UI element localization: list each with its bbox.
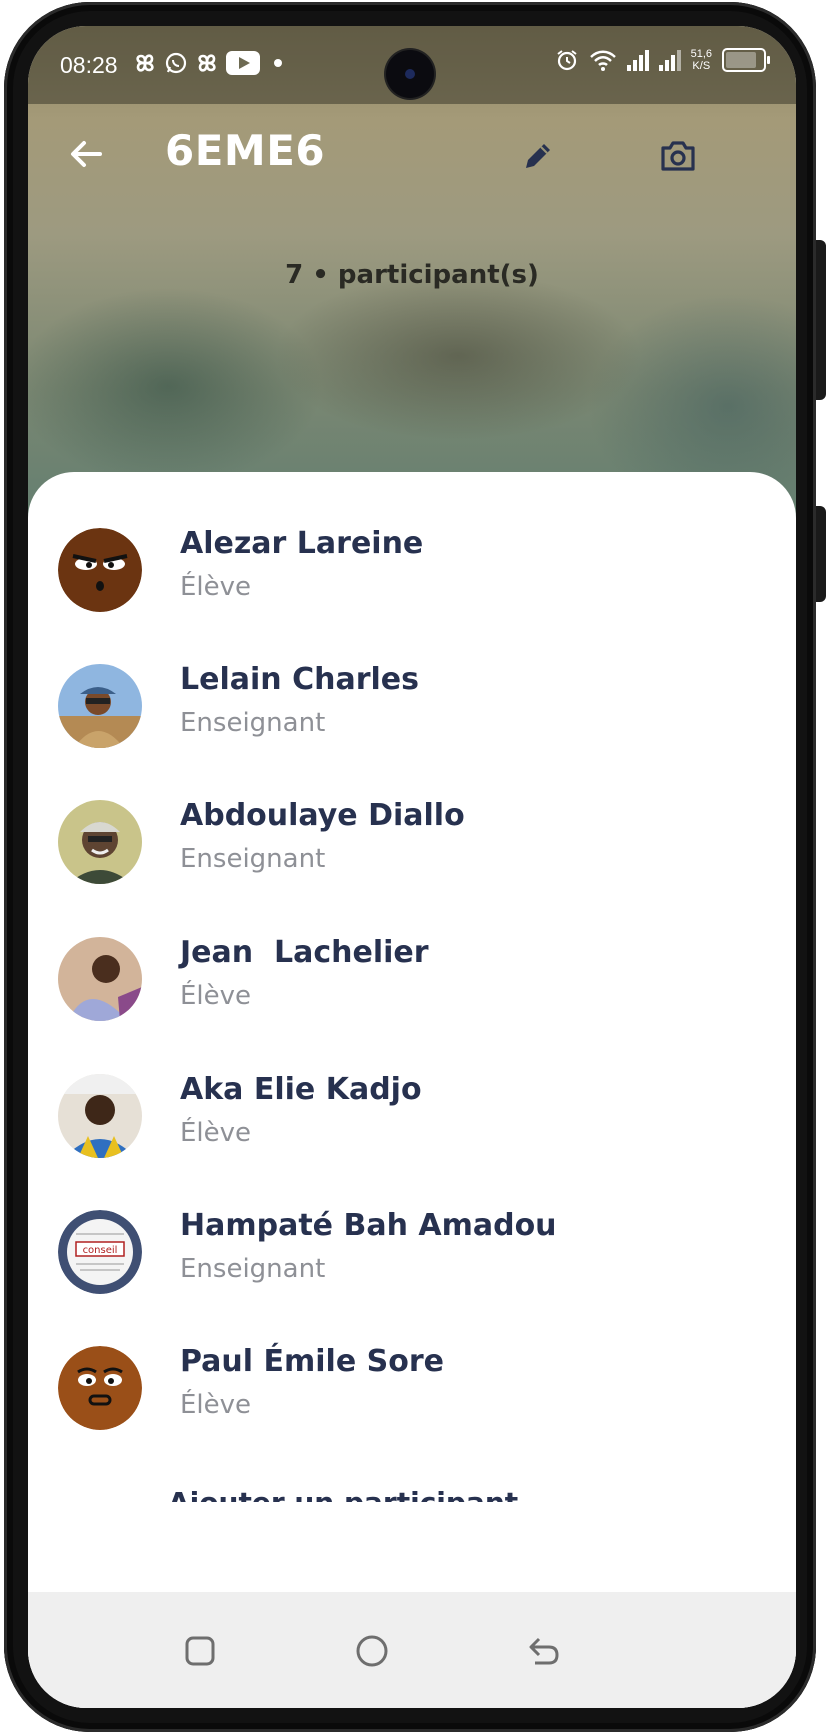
arrow-left-icon bbox=[71, 141, 102, 167]
add-participant-peek[interactable]: Ajouter un participant bbox=[168, 1472, 688, 1502]
net-speed-unit: K/S bbox=[692, 60, 711, 72]
pencil-icon bbox=[526, 144, 550, 168]
participant-role: Élève bbox=[180, 572, 252, 602]
participant-role: Élève bbox=[180, 981, 252, 1011]
notification-icons bbox=[132, 50, 282, 76]
participant-role: Enseignant bbox=[180, 708, 326, 738]
participant-row[interactable]: conseil Hampaté Bah Amadou Enseignant bbox=[28, 1196, 796, 1306]
add-participant-label: Ajouter un participant bbox=[168, 1486, 518, 1502]
participant-row[interactable]: Lelain Charles Enseignant bbox=[28, 650, 796, 760]
participants-count: 7 • participant(s) bbox=[285, 260, 539, 290]
participant-role: Enseignant bbox=[180, 844, 326, 874]
front-camera bbox=[386, 50, 434, 98]
cartoon-face-avatar bbox=[58, 528, 142, 612]
conseil-badge-avatar: conseil bbox=[58, 1210, 142, 1294]
volume-button bbox=[816, 240, 826, 400]
app-bar: 6EME6 bbox=[28, 104, 796, 204]
pinwheel-icon bbox=[136, 54, 154, 72]
participant-name: Alezar Lareine bbox=[180, 526, 424, 561]
status-time: 08:28 bbox=[60, 52, 118, 78]
participant-name: Lelain Charles bbox=[180, 662, 419, 697]
recents-button[interactable] bbox=[170, 1626, 230, 1676]
back-button[interactable] bbox=[58, 126, 114, 182]
wifi-icon bbox=[589, 50, 616, 71]
participant-role: Élève bbox=[180, 1390, 252, 1420]
photo-avatar bbox=[58, 800, 142, 884]
system-nav-bar bbox=[28, 1592, 796, 1708]
participant-row[interactable]: Aka Elie Kadjo Élève bbox=[28, 1060, 796, 1170]
group-title: 6EME6 bbox=[165, 126, 326, 175]
edit-group-button[interactable] bbox=[510, 128, 566, 184]
participant-name: Hampaté Bah Amadou bbox=[180, 1208, 557, 1243]
alarm-icon bbox=[556, 50, 577, 71]
square-icon bbox=[185, 1636, 215, 1666]
photo-avatar bbox=[58, 937, 142, 1021]
signal-icon bbox=[658, 49, 681, 71]
participant-row[interactable]: Abdoulaye Diallo Enseignant bbox=[28, 786, 796, 896]
power-button bbox=[816, 506, 826, 602]
photo-avatar bbox=[58, 664, 142, 748]
back-arrow-icon bbox=[529, 1637, 559, 1665]
change-photo-button[interactable] bbox=[650, 128, 706, 184]
net-speed-value: 51,6 bbox=[690, 48, 712, 60]
more-notifications-dot bbox=[274, 59, 282, 67]
photo-avatar bbox=[58, 1074, 142, 1158]
cartoon-face-avatar bbox=[58, 1346, 142, 1430]
participant-name: Paul Émile Sore bbox=[180, 1344, 444, 1379]
home-button[interactable] bbox=[342, 1626, 402, 1676]
signal-icon bbox=[626, 49, 649, 71]
participants-sheet: Alezar Lareine Élève Lelain Charles Ense… bbox=[28, 472, 796, 1708]
participant-role: Enseignant bbox=[180, 1254, 326, 1284]
pinwheel-icon bbox=[198, 54, 216, 72]
participant-name: Abdoulaye Diallo bbox=[180, 798, 465, 833]
phone-mockup: 08:28 51,6 K/S 6EME6 7 • participant(s) … bbox=[0, 0, 828, 1736]
participant-name: Jean Lachelier bbox=[180, 935, 429, 970]
whatsapp-icon bbox=[165, 52, 187, 74]
system-back-button[interactable] bbox=[514, 1626, 574, 1676]
svg-text:conseil: conseil bbox=[83, 1245, 118, 1256]
system-icons: 51,6 K/S bbox=[555, 48, 770, 72]
screen: 08:28 51,6 K/S 6EME6 7 • participant(s) … bbox=[28, 26, 796, 1708]
participant-row[interactable]: Alezar Lareine Élève bbox=[28, 514, 796, 624]
circle-icon bbox=[356, 1635, 388, 1667]
participant-name: Aka Elie Kadjo bbox=[180, 1072, 422, 1107]
participant-row[interactable]: Jean Lachelier Élève bbox=[28, 923, 796, 1033]
participant-row[interactable]: Paul Émile Sore Élève bbox=[28, 1332, 796, 1442]
youtube-icon bbox=[226, 51, 260, 75]
participant-role: Élève bbox=[180, 1118, 252, 1148]
net-speed: 51,6 K/S bbox=[691, 48, 712, 72]
battery-icon bbox=[722, 48, 770, 72]
camera-icon bbox=[661, 141, 695, 171]
